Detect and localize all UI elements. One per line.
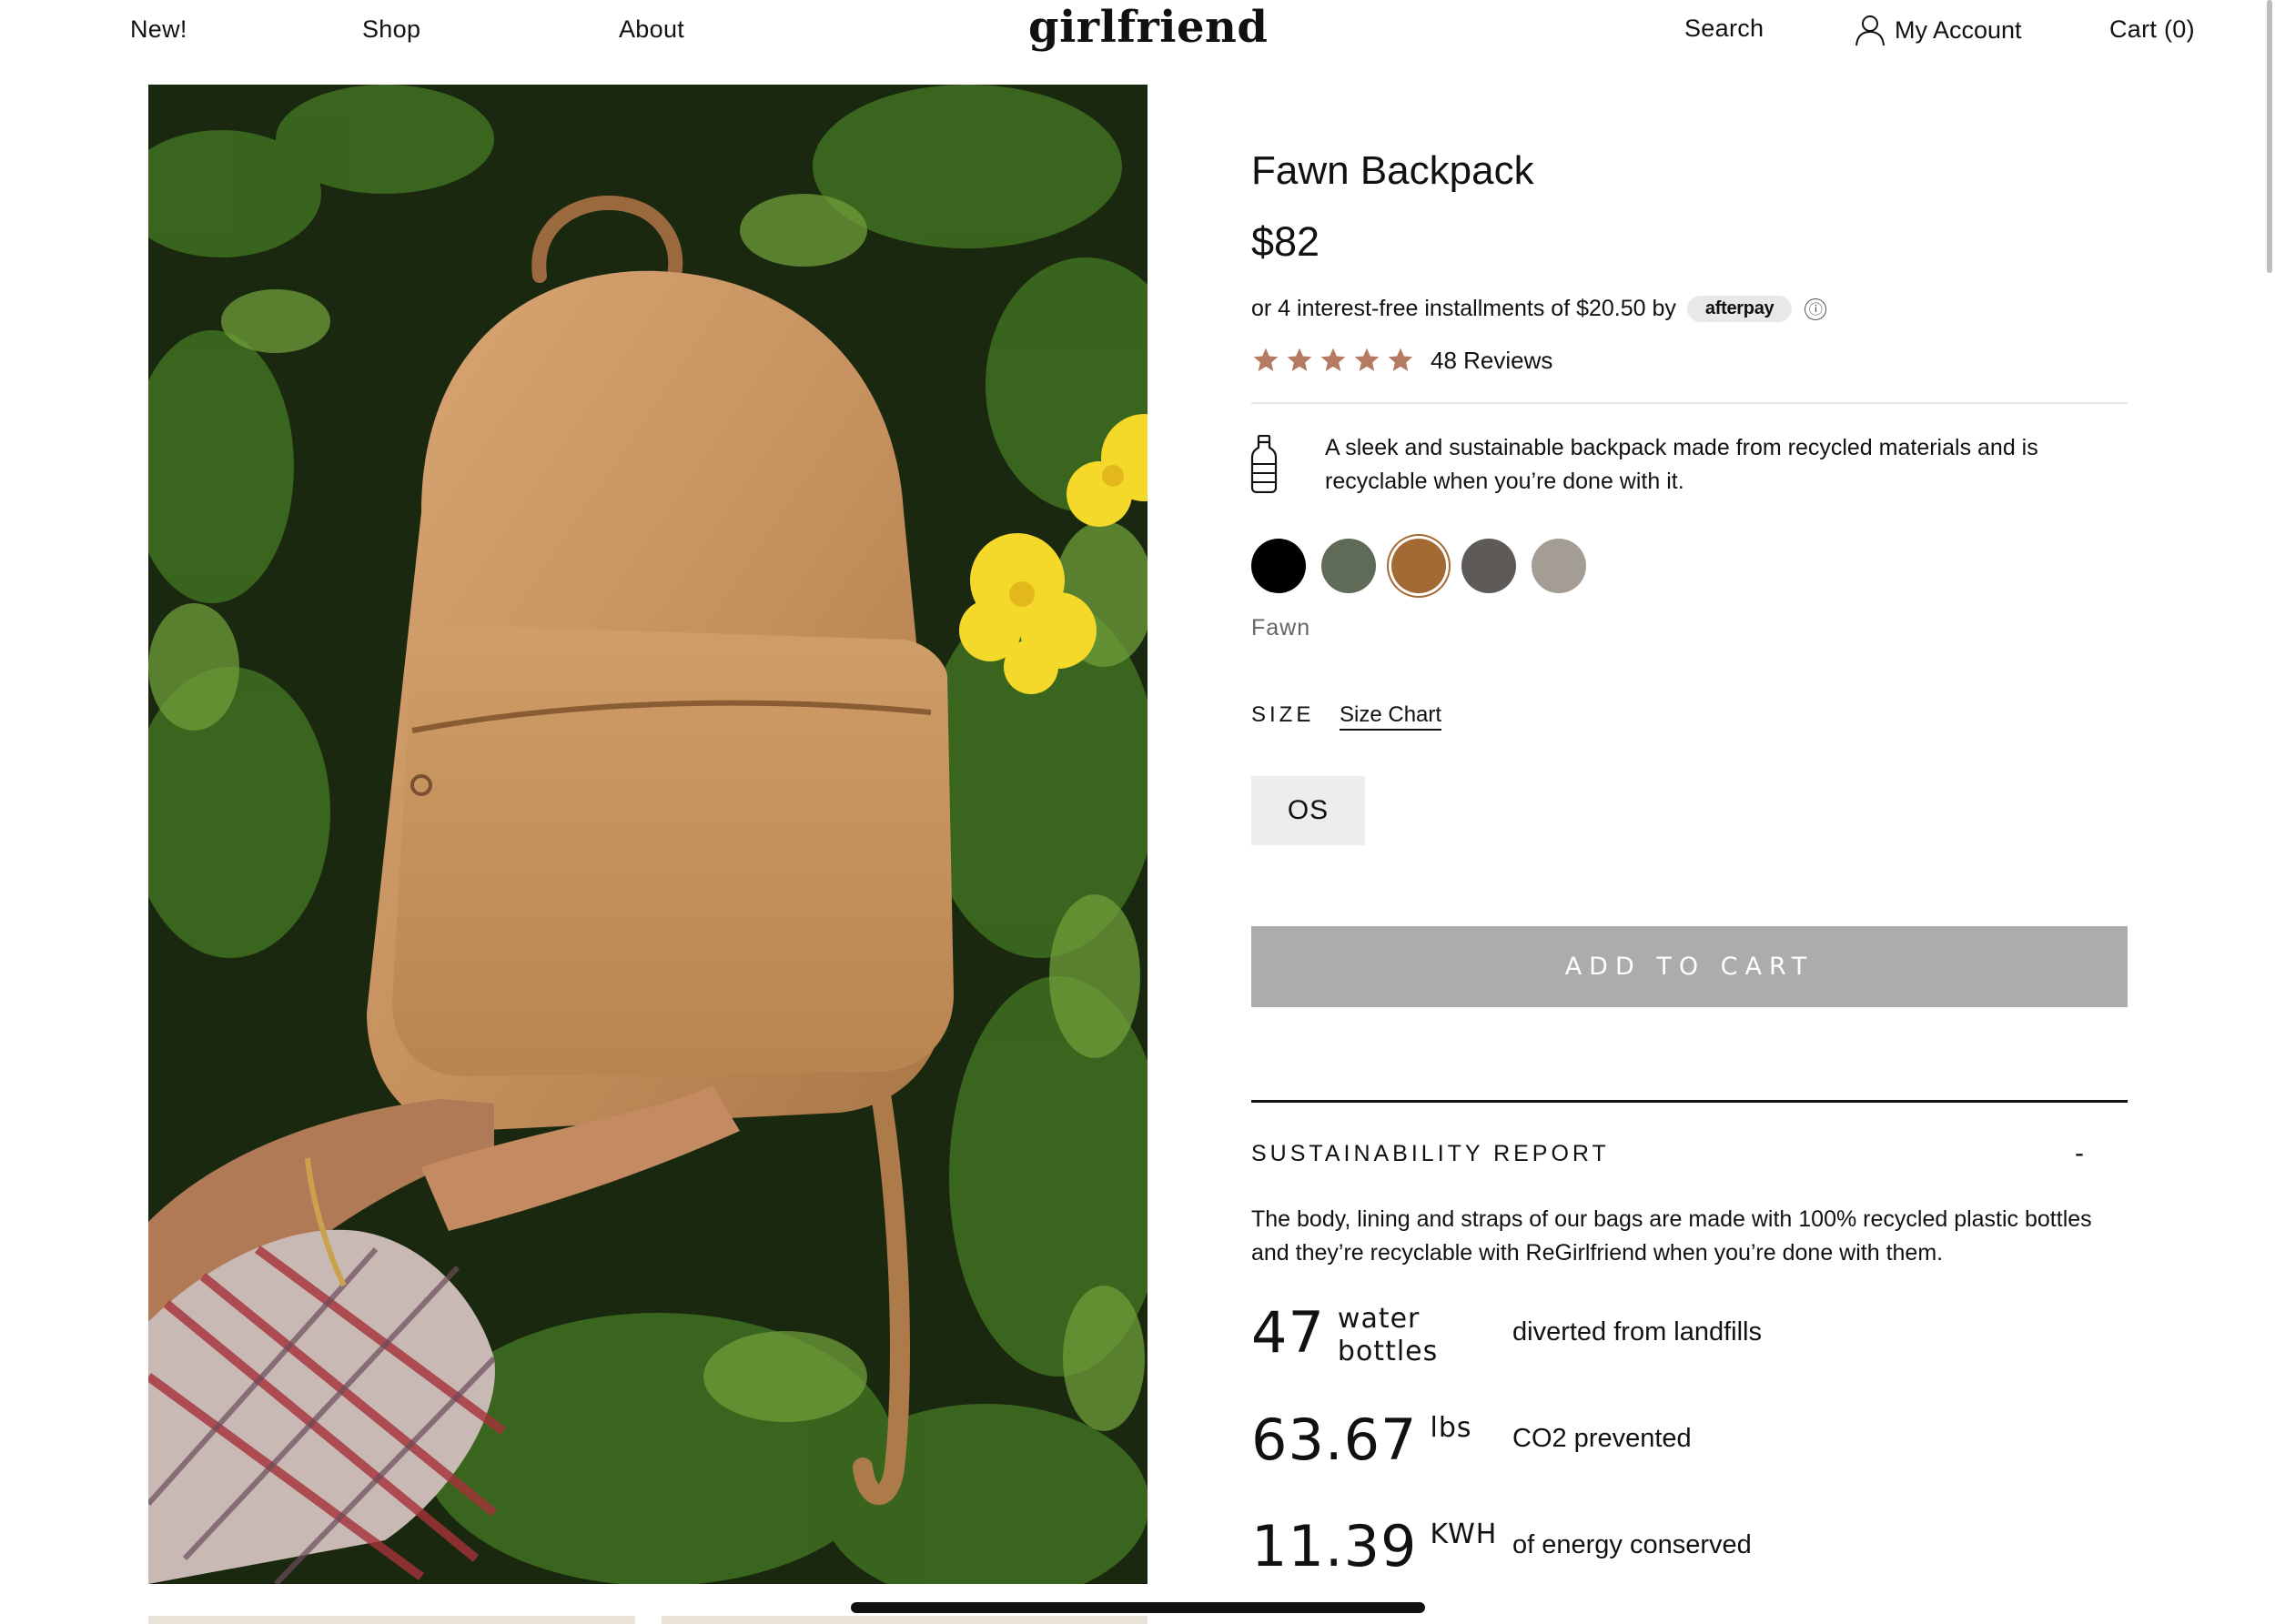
product-rating[interactable]: 48 Reviews — [1251, 346, 1552, 375]
nav-new[interactable]: New! — [130, 15, 187, 44]
star-icon — [1253, 348, 1279, 371]
stat-unit-line1: water — [1337, 1303, 1421, 1335]
swatch-fawn[interactable] — [1391, 539, 1446, 593]
size-option-os[interactable]: OS — [1251, 776, 1365, 845]
size-chart-link[interactable]: Size Chart — [1340, 702, 1442, 731]
divider — [1251, 402, 2128, 404]
stat-value: 63.67 — [1251, 1407, 1418, 1473]
stat-co2: 63.67 lbs — [1251, 1410, 1472, 1470]
thumbnail-2[interactable] — [662, 1616, 1148, 1624]
swatch-black[interactable] — [1251, 539, 1306, 593]
bottle-icon — [1249, 434, 1279, 494]
reviews-count[interactable]: 48 Reviews — [1431, 347, 1552, 375]
stat-value: 47 — [1251, 1299, 1325, 1366]
section-divider — [1251, 1100, 2128, 1103]
stat-label: diverted from landfills — [1512, 1317, 1762, 1347]
home-indicator-bar — [851, 1602, 1425, 1613]
star-icon — [1320, 348, 1346, 371]
scrollbar[interactable] — [2262, 0, 2275, 1624]
selected-color-label: Fawn — [1251, 615, 1311, 641]
swatch-stone[interactable] — [1532, 539, 1586, 593]
my-account-link[interactable]: My Account — [1855, 14, 2022, 46]
collapse-toggle[interactable]: - — [2075, 1138, 2084, 1169]
color-swatches — [1251, 539, 1586, 593]
installments-info: or 4 interest-free installments of $20.5… — [1251, 296, 1827, 322]
product-title: Fawn Backpack — [1251, 148, 1534, 193]
stat-value: 11.39 — [1251, 1513, 1418, 1579]
star-icon — [1354, 348, 1380, 371]
add-to-cart-button[interactable]: ADD TO CART — [1251, 926, 2128, 1007]
nav-about[interactable]: About — [619, 15, 684, 44]
my-account-label: My Account — [1895, 15, 2022, 44]
info-icon[interactable]: ⓘ — [1805, 298, 1827, 320]
swatch-olive[interactable] — [1321, 539, 1376, 593]
stat-energy: 11.39 KWH — [1251, 1517, 1497, 1577]
stat-label: CO2 prevented — [1512, 1424, 1692, 1453]
scrollbar-thumb[interactable] — [2267, 0, 2272, 273]
nav-shop[interactable]: Shop — [362, 15, 420, 44]
thumbnail-1[interactable] — [148, 1616, 635, 1624]
stat-unit: lbs — [1430, 1412, 1472, 1444]
sustainability-description: The body, lining and straps of our bags … — [1251, 1206, 2092, 1266]
stat-unit-line2: bottles — [1337, 1336, 1439, 1367]
product-image — [148, 85, 1148, 1584]
afterpay-badge[interactable]: afterpay — [1686, 296, 1793, 322]
sustainability-report-header[interactable]: SUSTAINABILITY REPORT - — [1251, 1138, 2128, 1169]
nav-search[interactable]: Search — [1684, 15, 1764, 43]
star-icon — [1287, 348, 1312, 371]
star-icon — [1388, 348, 1413, 371]
swatch-charcoal[interactable] — [1461, 539, 1516, 593]
product-description: A sleek and sustainable backpack made fr… — [1325, 435, 2038, 494]
user-icon — [1855, 14, 1886, 46]
stat-label: of energy conserved — [1512, 1530, 1752, 1559]
brand-logo[interactable]: girlfriend — [1028, 2, 1268, 53]
nav-cart[interactable]: Cart (0) — [2109, 15, 2195, 44]
installments-text: or 4 interest-free installments of $20.5… — [1251, 296, 1676, 321]
stat-unit: water bottles — [1338, 1303, 1438, 1368]
sustainability-title: SUSTAINABILITY REPORT — [1251, 1140, 1610, 1166]
product-price: $82 — [1251, 218, 1320, 265]
stat-unit: KWH — [1430, 1518, 1498, 1550]
size-label: SIZE — [1251, 702, 1315, 727]
stat-water-bottles: 47 water bottles — [1251, 1303, 1438, 1368]
